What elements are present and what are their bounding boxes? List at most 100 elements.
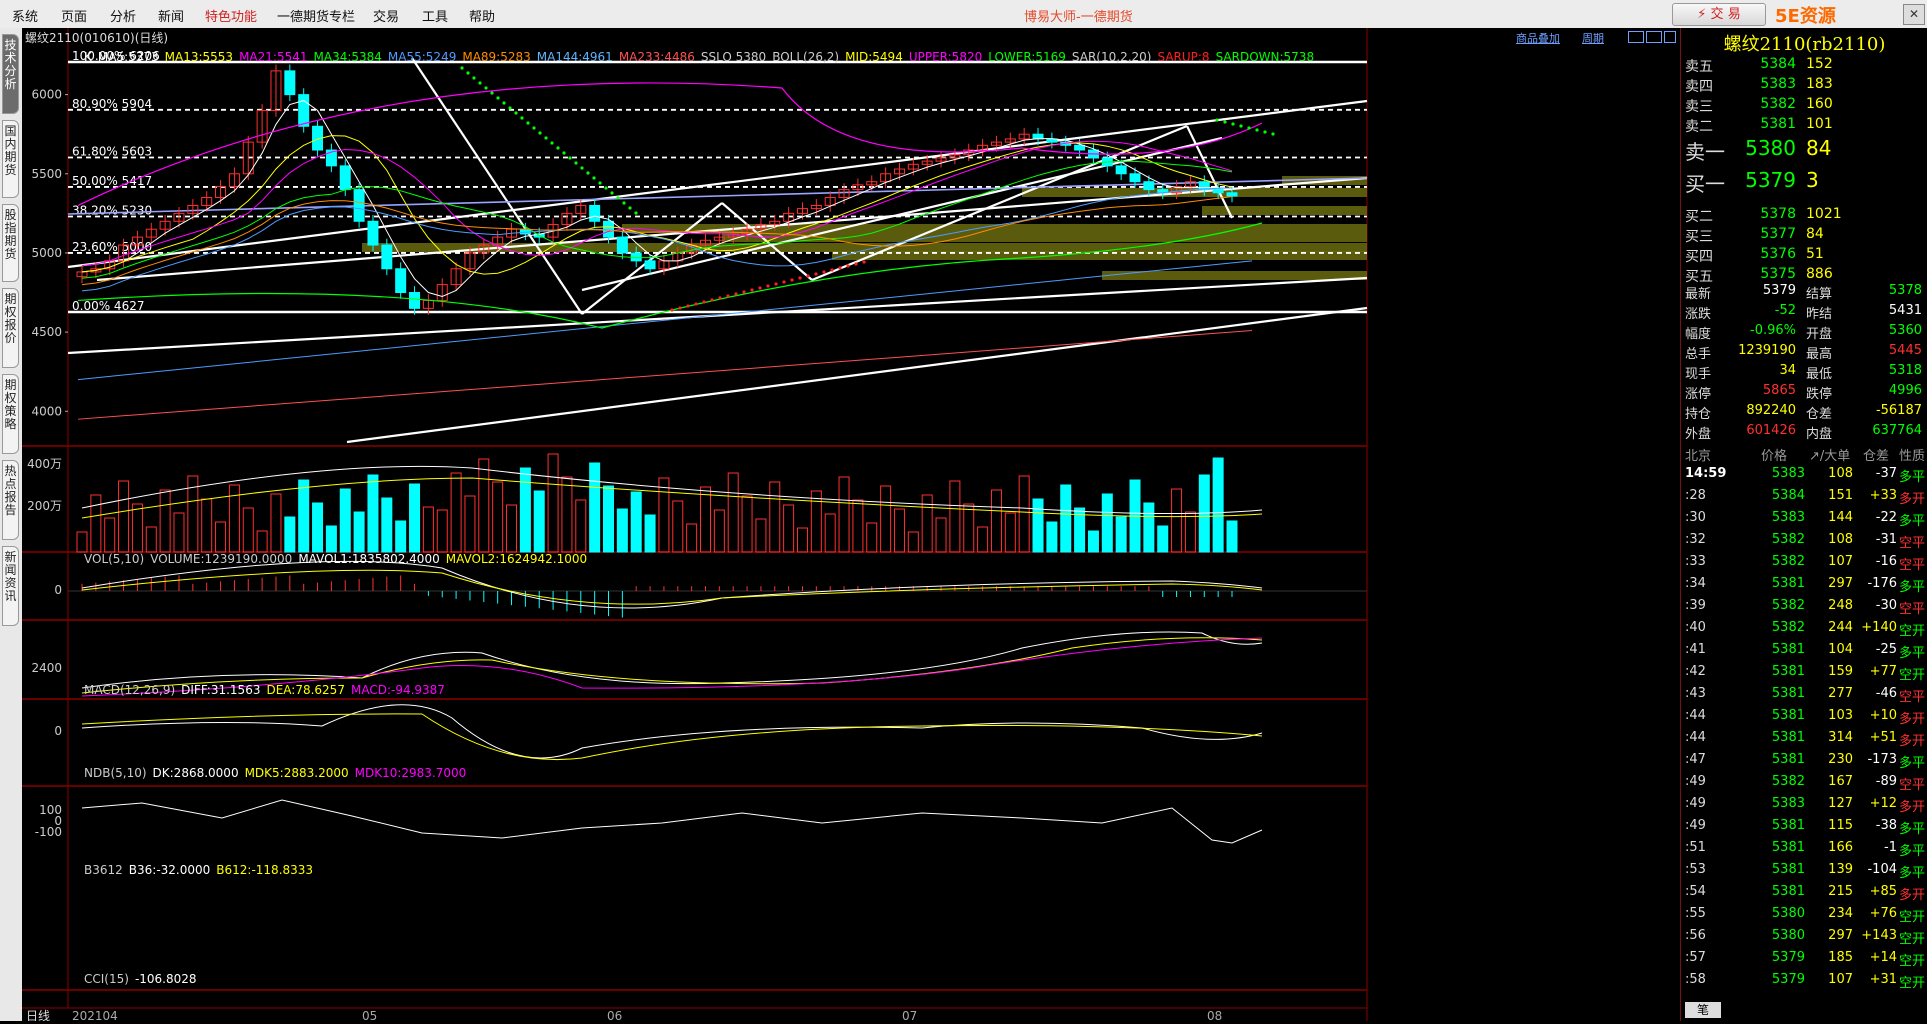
tick-row[interactable]: :58 5379 107 +31 空开: [1681, 972, 1927, 994]
tick-type: 多平: [1899, 844, 1926, 859]
sar-dot: [460, 66, 464, 70]
tick-oi-change: -37: [1875, 466, 1897, 481]
tick-row[interactable]: :54 5381 215 +85 多开: [1681, 884, 1927, 906]
menu-page[interactable]: 页面: [61, 6, 87, 25]
stat-value: -0.96%: [1750, 323, 1796, 338]
tab-index-futures[interactable]: 股指期货: [2, 204, 19, 282]
tick-time: :44: [1685, 730, 1706, 745]
tick-row[interactable]: :57 5379 185 +14 空开: [1681, 950, 1927, 972]
tick-row[interactable]: :44 5381 314 +51 多开: [1681, 730, 1927, 752]
tick-row[interactable]: :41 5381 104 -25 多平: [1681, 642, 1927, 664]
volume-bar: [589, 462, 601, 553]
tick-row[interactable]: :34 5381 297 -176 多平: [1681, 576, 1927, 598]
stat-value: 5865: [1762, 383, 1796, 398]
tick-type: 多开: [1899, 800, 1926, 815]
tick-row[interactable]: :47 5381 230 -173 多平: [1681, 752, 1927, 774]
tick-row[interactable]: :40 5382 244 +140 空开: [1681, 620, 1927, 642]
tick-row[interactable]: :43 5381 277 -46 空平: [1681, 686, 1927, 708]
menu-news[interactable]: 新闻: [158, 6, 184, 25]
tick-row[interactable]: :49 5382 167 -89 空平: [1681, 774, 1927, 796]
stat-label: 最高: [1806, 347, 1833, 362]
zoom-out-icon[interactable]: [1628, 31, 1644, 43]
tick-price: 5381: [1771, 818, 1805, 833]
tick-row[interactable]: :44 5381 103 +10 多开: [1681, 708, 1927, 730]
tab-technical-analysis[interactable]: 技术分析: [2, 34, 19, 114]
tick-price: 5380: [1771, 928, 1805, 943]
menu-yide-column[interactable]: 一德期货专栏: [277, 6, 355, 25]
tick-row[interactable]: :32 5382 108 -31 空平: [1681, 532, 1927, 554]
bid-price: 5377: [1760, 226, 1796, 242]
sar-dot: [846, 264, 850, 268]
sar-dot: [478, 81, 482, 85]
tick-oi-change: +76: [1869, 906, 1897, 921]
tick-volume: 127: [1828, 796, 1853, 811]
stat-value: -52: [1774, 303, 1796, 318]
stat-label: 现手: [1685, 367, 1712, 382]
menu-features[interactable]: 特色功能: [205, 6, 257, 25]
ma-legend-item: SSLO 5380: [700, 50, 767, 64]
volume-bar: [353, 511, 365, 553]
zoom-in-icon[interactable]: [1646, 31, 1662, 43]
volume-bar: [1101, 493, 1113, 553]
sar-dot: [544, 136, 548, 140]
sar-dot: [782, 280, 786, 284]
tick-oi-change: +85: [1869, 884, 1897, 899]
tick-type: 空平: [1899, 778, 1926, 793]
tick-row[interactable]: :42 5381 159 +77 空开: [1681, 664, 1927, 686]
tick-row[interactable]: :51 5381 166 -1 多平: [1681, 840, 1927, 862]
ma-legend-item: MA233:4486: [618, 50, 695, 64]
tick-time: :49: [1685, 818, 1706, 833]
ma-legend-item: MA89:5283: [462, 50, 531, 64]
candle: [367, 220, 379, 246]
tab-hot-reports[interactable]: 热点报告: [2, 460, 19, 540]
sar-dot: [496, 96, 500, 100]
bid-label: 买四: [1685, 249, 1713, 265]
tick-row[interactable]: :28 5384 151 +33 多开: [1681, 488, 1927, 510]
volume-bar: [298, 479, 310, 553]
tick-oi-change: -104: [1867, 862, 1897, 877]
tick-time: :49: [1685, 774, 1706, 789]
vol-legend-item: VOLUME:1239190.0000: [150, 552, 293, 566]
tick-row[interactable]: :33 5382 107 -16 空平: [1681, 554, 1927, 576]
period-button[interactable]: 周期: [1582, 30, 1604, 45]
sar-dot: [580, 166, 584, 170]
tick-type: 多开: [1899, 712, 1926, 727]
tab-option-strategy[interactable]: 期权策略: [2, 374, 19, 454]
macd-legend: MACD(12,26,9) DIFF:31.1563 DEA:78.6257 MACD…: [84, 683, 451, 697]
tab-domestic-futures[interactable]: 国内期货: [2, 120, 19, 198]
sar-dot: [686, 304, 690, 308]
tick-price: 5383: [1771, 796, 1805, 811]
stat-row: 持仓 892240 仓差 -56187: [1681, 403, 1927, 423]
tick-row[interactable]: :30 5383 144 -22 多平: [1681, 510, 1927, 532]
sar-dot: [726, 294, 730, 298]
tick-row[interactable]: :56 5380 297 +143 空开: [1681, 928, 1927, 950]
tick-row[interactable]: :55 5380 234 +76 空开: [1681, 906, 1927, 928]
expand-icon[interactable]: [1664, 31, 1676, 43]
tab-news-info[interactable]: 新闻资讯: [2, 546, 19, 626]
menu-analysis[interactable]: 分析: [110, 6, 136, 25]
menu-trade[interactable]: 交易: [373, 6, 399, 25]
sar-dot: [550, 141, 554, 145]
tab-option-quotes[interactable]: 期权报价: [2, 288, 19, 368]
tick-row[interactable]: 14:59 5383 108 -37 多平: [1681, 466, 1927, 488]
tab-ticks[interactable]: 笔: [1685, 1002, 1721, 1018]
stat-value: 4996: [1888, 383, 1922, 398]
zoom-controls[interactable]: [1628, 31, 1678, 43]
menu-help[interactable]: 帮助: [469, 6, 495, 25]
trade-button[interactable]: ⚡ 交 易: [1672, 3, 1766, 26]
tick-price: 5382: [1771, 598, 1805, 613]
close-icon[interactable]: ✕: [1903, 4, 1925, 25]
stat-label: 内盘: [1806, 427, 1833, 442]
tick-volume: 230: [1828, 752, 1853, 767]
vol-axis-label: 200万: [27, 499, 62, 513]
tick-price: 5381: [1771, 752, 1805, 767]
tick-row[interactable]: :49 5383 127 +12 多开: [1681, 796, 1927, 818]
sar-dot: [822, 270, 826, 274]
tick-row[interactable]: :49 5381 115 -38 多平: [1681, 818, 1927, 840]
menu-system[interactable]: 系统: [12, 6, 38, 25]
tick-row[interactable]: :39 5382 248 -30 空平: [1681, 598, 1927, 620]
overlay-button[interactable]: 商品叠加: [1516, 30, 1560, 45]
tick-row[interactable]: :53 5381 139 -104 多平: [1681, 862, 1927, 884]
menu-tools[interactable]: 工具: [422, 6, 448, 25]
price-axis-label: 5000: [31, 246, 62, 260]
